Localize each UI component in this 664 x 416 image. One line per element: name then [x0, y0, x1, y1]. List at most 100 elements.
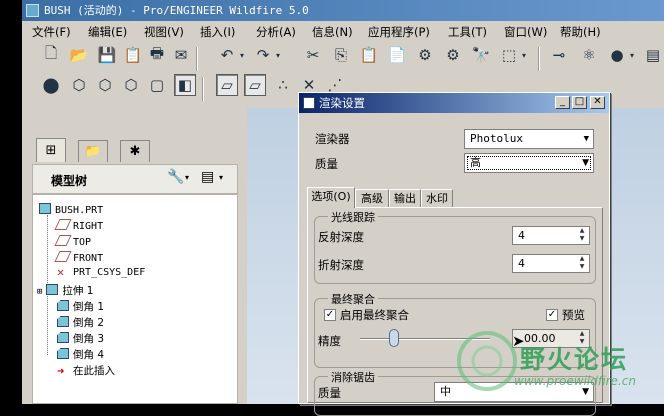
renderer-select[interactable]: Photolux ▼: [464, 129, 594, 149]
enhanced-realism-icon[interactable]: ◧: [174, 74, 196, 96]
menu-info[interactable]: 信息(N): [312, 24, 353, 40]
spin-up-icon[interactable]: ▲: [576, 330, 588, 338]
tree-item-front[interactable]: FRONT: [54, 251, 103, 264]
spin-up-icon[interactable]: ▲: [576, 227, 588, 235]
save-copy-icon[interactable]: 📋: [122, 44, 144, 66]
part-icon: [39, 203, 51, 214]
minimize-button[interactable]: _: [555, 96, 570, 109]
email-icon[interactable]: ✉: [170, 44, 192, 66]
save-icon[interactable]: 💾: [96, 44, 118, 66]
precision-slider-thumb[interactable]: [389, 329, 399, 347]
menu-tools[interactable]: 工具(T): [448, 24, 487, 40]
reflection-depth-label: 反射深度: [318, 230, 364, 244]
datum-points-icon[interactable]: ∴: [272, 74, 294, 96]
tab-output[interactable]: 输出: [389, 189, 421, 207]
redo-dropdown-icon[interactable]: ▾: [272, 44, 284, 66]
expand-plus-icon[interactable]: ⊞: [37, 287, 42, 297]
copy-icon[interactable]: ⎘: [330, 44, 352, 66]
toolbar-separator: [196, 47, 198, 71]
show-menu-icon[interactable]: ▤: [201, 169, 214, 185]
tree-item-chamfer-2[interactable]: 倒角 2: [57, 315, 104, 330]
paste-icon[interactable]: 📋: [358, 44, 380, 66]
tab-advanced[interactable]: 高级: [355, 189, 389, 207]
antialias-quality-select[interactable]: 中 ▼: [434, 382, 594, 402]
tree-item-chamfer-4[interactable]: 倒角 4: [57, 347, 104, 362]
precision-label: 精度: [318, 334, 341, 348]
undo-icon[interactable]: ↶: [216, 44, 238, 66]
display-style-icon[interactable]: ⬤: [40, 74, 62, 96]
spin-down-icon[interactable]: ▼: [576, 263, 588, 271]
appearance-dropdown-icon[interactable]: ▾: [626, 44, 638, 66]
enable-final-gather-checkbox[interactable]: ✓: [324, 309, 336, 321]
undo-dropdown-icon[interactable]: ▾: [236, 44, 248, 66]
open-folder-icon[interactable]: 📂: [68, 44, 90, 66]
show-dropdown-icon[interactable]: ▾: [219, 173, 223, 182]
close-button[interactable]: ✕: [590, 96, 605, 109]
settings-dropdown-icon[interactable]: ▾: [185, 173, 189, 182]
menu-edit[interactable]: 编辑(E): [88, 24, 127, 40]
model-tree-title: 模型树: [51, 174, 88, 188]
chamfer-icon: [57, 348, 69, 359]
tab-favorites[interactable]: ✱: [120, 140, 150, 162]
hidden-line-icon[interactable]: ⬡: [94, 74, 116, 96]
tree-item-chamfer-3[interactable]: 倒角 3: [57, 331, 104, 346]
tree-item-part[interactable]: BUSH.PRT: [39, 203, 103, 216]
spin-down-icon[interactable]: ▼: [576, 338, 588, 346]
no-hidden-icon[interactable]: ⬡: [120, 74, 142, 96]
raytrace-group-label: 光线跟踪: [328, 209, 378, 225]
tree-item-chamfer-1[interactable]: 倒角 1: [57, 299, 104, 314]
refraction-depth-label: 折射深度: [318, 258, 364, 272]
dialog-icon: [303, 97, 315, 109]
menu-view[interactable]: 视图(V): [144, 24, 184, 40]
tree-item-extrude[interactable]: ⊞ 拉伸 1: [37, 283, 93, 298]
spin-down-icon[interactable]: ▼: [576, 235, 588, 243]
print-icon[interactable]: 🖶: [146, 44, 168, 66]
maximize-button[interactable]: □: [572, 96, 587, 109]
menu-analysis[interactable]: 分析(A): [256, 24, 296, 40]
menu-file[interactable]: 文件(F): [32, 24, 71, 40]
folder-tab-icon: 📁: [84, 144, 102, 159]
reflection-depth-spinner[interactable]: 4 ▲ ▼: [512, 226, 590, 245]
connect-icon[interactable]: ⊸: [548, 44, 570, 66]
spin-up-icon[interactable]: ▲: [576, 255, 588, 263]
settings-icon[interactable]: 🔧: [167, 169, 184, 185]
tree-item-top[interactable]: TOP: [54, 235, 91, 248]
tab-folder-browser[interactable]: 📁: [78, 140, 108, 162]
tree-item-csys[interactable]: ✕ PRT_CSYS_DEF: [57, 266, 145, 278]
select-box-icon[interactable]: ⬚: [498, 44, 520, 66]
datum-axes-icon[interactable]: ▱: [244, 74, 266, 96]
chevron-down-icon: ▼: [582, 387, 589, 397]
select-dropdown-icon[interactable]: ▾: [518, 44, 530, 66]
menu-applications[interactable]: 应用程序(P): [368, 24, 430, 40]
shading-icon[interactable]: ▢: [146, 74, 168, 96]
precision-slider-track[interactable]: [360, 338, 490, 340]
tree-item-insert-here[interactable]: ➜ 在此插入: [57, 363, 115, 378]
new-file-icon[interactable]: 🗋: [40, 44, 62, 66]
redo-icon[interactable]: ↷: [252, 44, 274, 66]
enable-final-gather-label: 启用最终聚合: [340, 308, 409, 322]
quality-select[interactable]: 高 ▼: [464, 153, 594, 173]
tab-model-tree[interactable]: ⊞: [36, 138, 66, 162]
appearance-ball-icon[interactable]: ●: [606, 44, 628, 66]
menu-insert[interactable]: 插入(I): [200, 24, 235, 40]
cut-icon[interactable]: ✂: [302, 44, 324, 66]
wireframe-icon[interactable]: ⬡: [68, 74, 90, 96]
tab-options[interactable]: 选项(O): [307, 187, 355, 208]
navigator-panel: ⊞ 📁 ✱ 模型树 🔧 ▾ ▤ ▾ BUSH.PRT RIGHT TOP FRO…: [22, 108, 247, 404]
paste-special-icon[interactable]: 📄: [386, 44, 408, 66]
render-settings-dialog: 渲染设置 _ □ ✕ 渲染器 Photolux ▼ 质量 高 ▼ 选项(O) 高级 …: [298, 92, 610, 416]
refraction-depth-spinner[interactable]: 4 ▲ ▼: [512, 254, 590, 273]
menu-help[interactable]: 帮助(H): [560, 24, 601, 40]
tree-item-right[interactable]: RIGHT: [54, 219, 103, 232]
appearance-gallery-icon[interactable]: ▤: [642, 44, 664, 66]
datum-plane-icon: [54, 219, 72, 230]
menu-window[interactable]: 窗口(W): [504, 24, 547, 40]
preview-checkbox[interactable]: ✓: [546, 309, 558, 321]
tab-watermark[interactable]: 水印: [421, 189, 453, 207]
find-icon[interactable]: 🔭: [470, 44, 492, 66]
regenerate-icon[interactable]: ⚙: [414, 44, 436, 66]
distributed-icon[interactable]: ⚛: [578, 44, 600, 66]
datum-planes-icon[interactable]: ▱: [216, 74, 238, 96]
mouse-cursor-icon: ➤: [512, 332, 525, 350]
regenerate-manager-icon[interactable]: ⚙: [442, 44, 464, 66]
